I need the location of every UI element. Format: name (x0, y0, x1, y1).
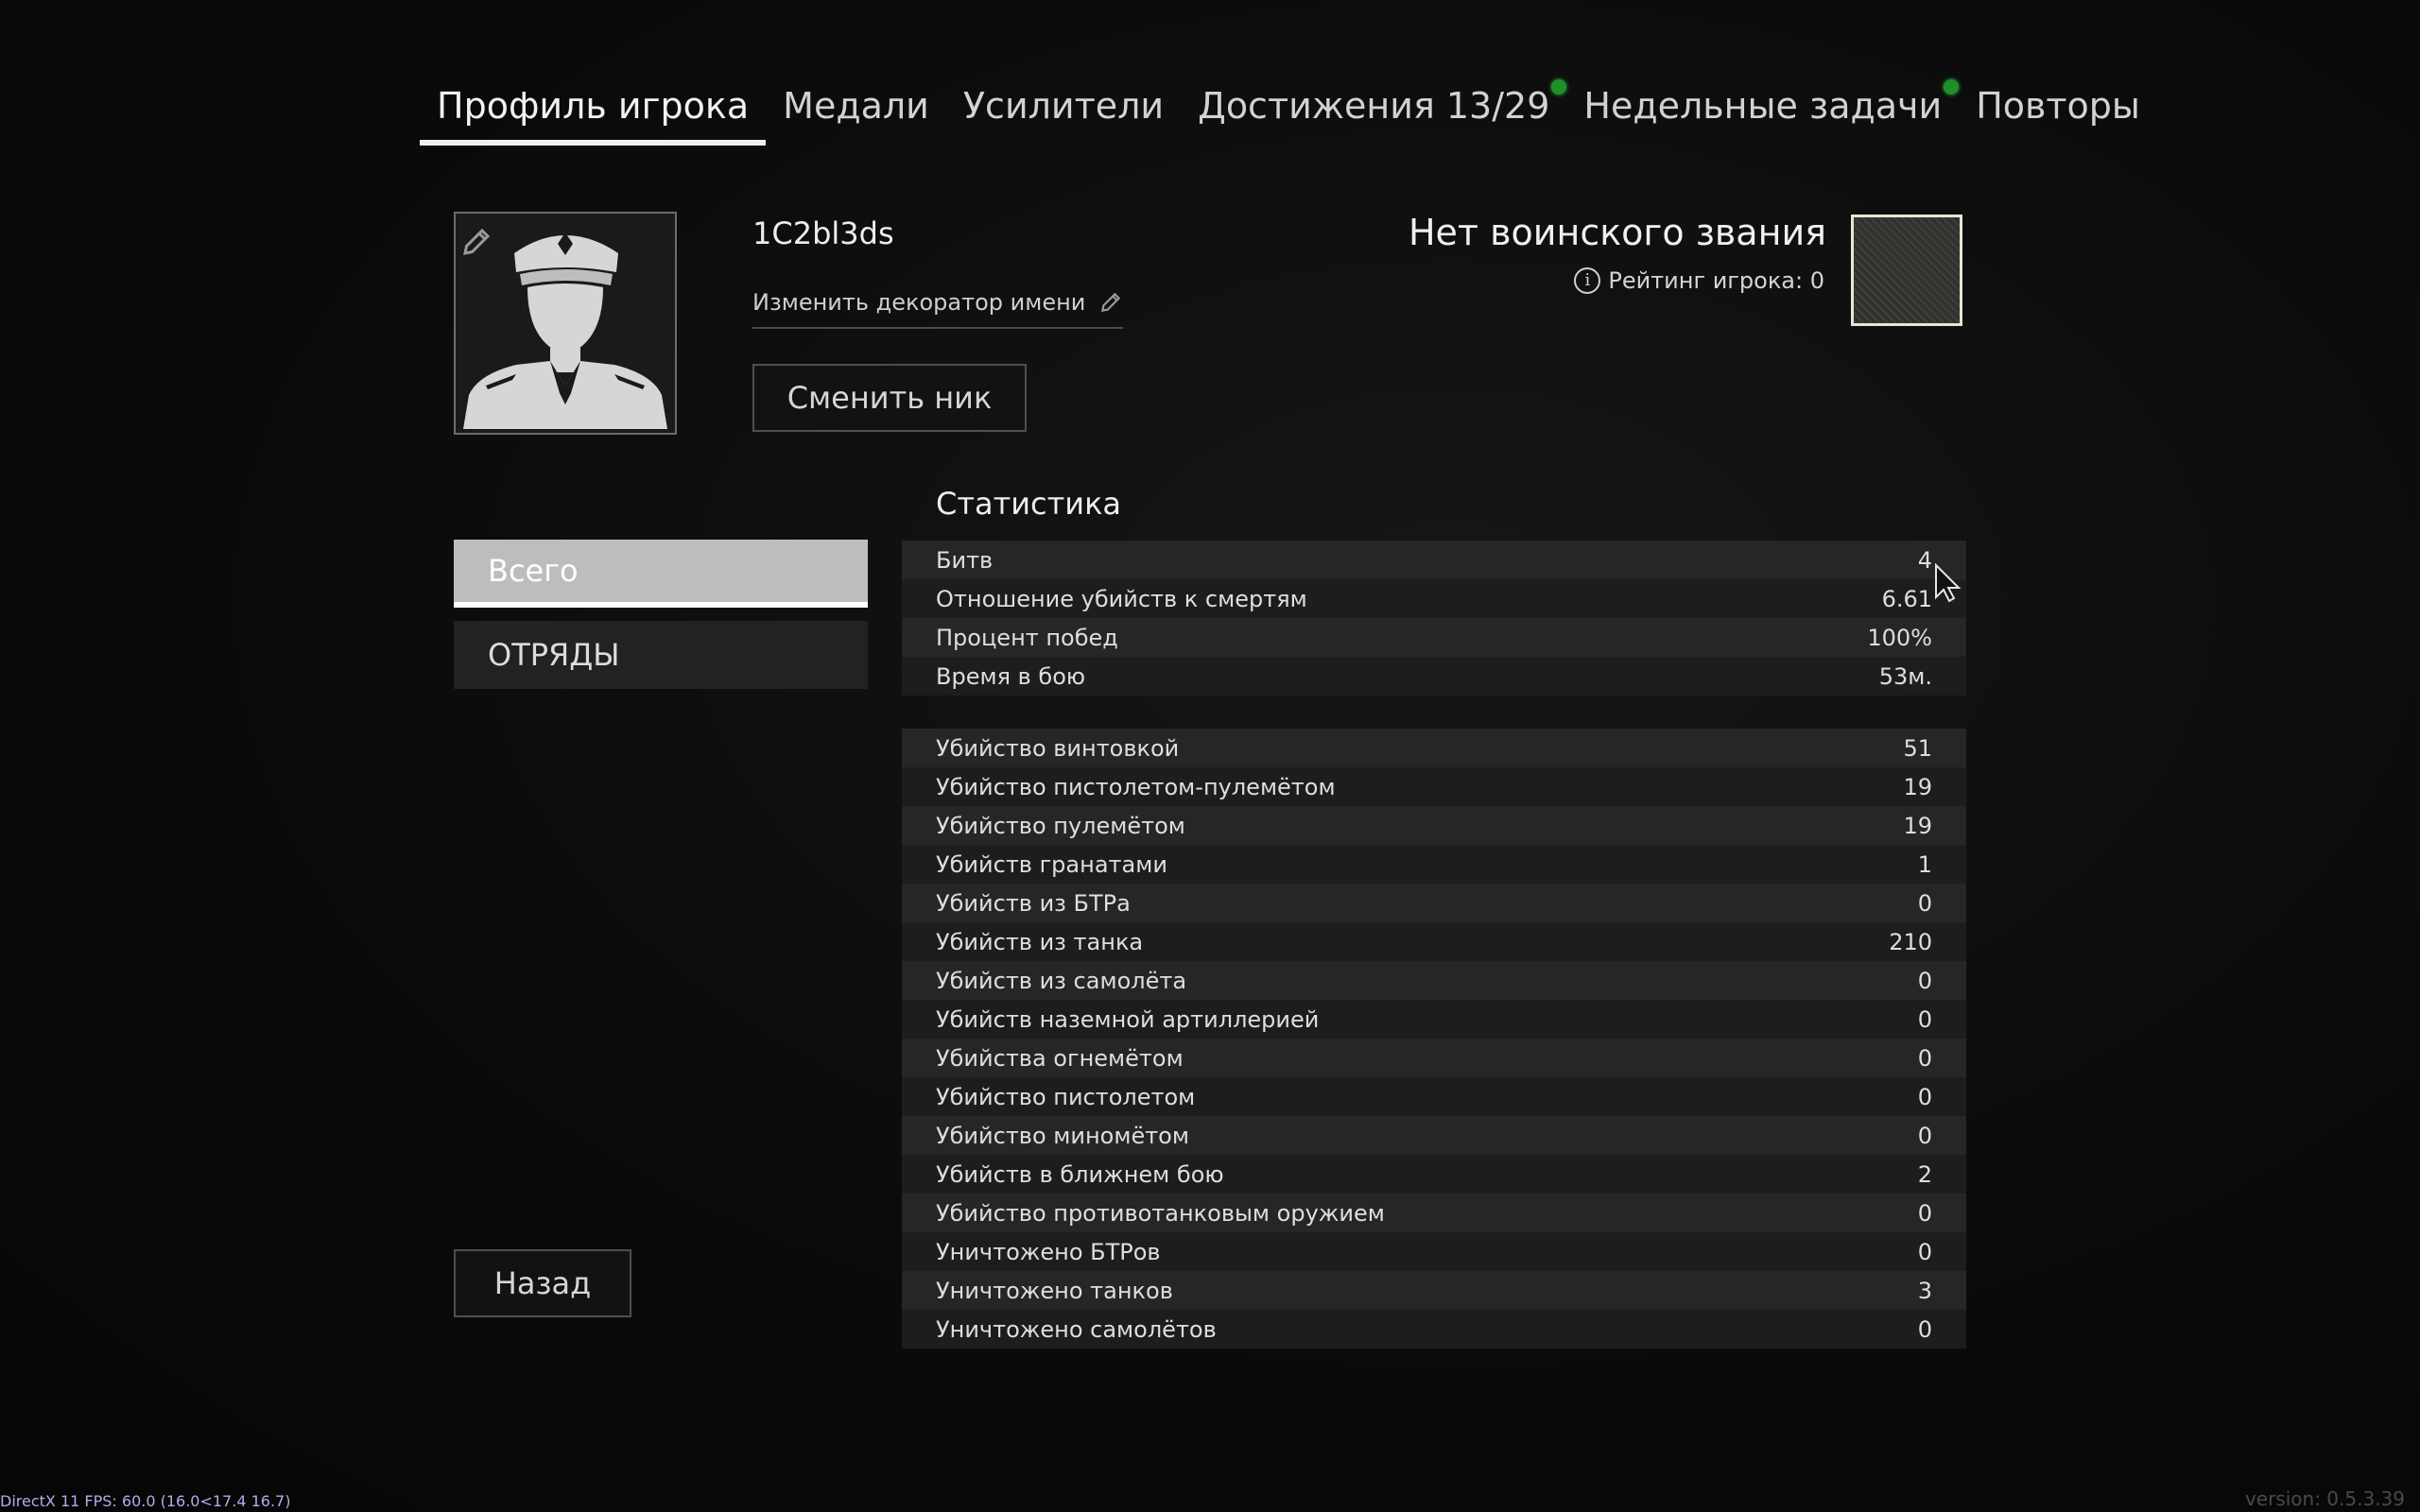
stat-value: 0 (1917, 1083, 1932, 1110)
stat-label: Убийство пистолетом-пулемётом (936, 773, 1336, 800)
stat-value: 0 (1917, 1005, 1932, 1033)
stat-label: Уничтожено БТРов (936, 1238, 1161, 1265)
stat-label: Убийство пистолетом (936, 1083, 1196, 1110)
tab-3[interactable]: Достижения 13/29 (1181, 66, 1567, 146)
tab-2[interactable]: Усилители (946, 66, 1181, 146)
stat-label: Уничтожено танков (936, 1277, 1173, 1304)
stat-value: 3 (1917, 1277, 1932, 1304)
fps-counter: DirectX 11 FPS: 60.0 (16.0<17.4 16.7) (0, 1492, 291, 1510)
tab-label: Усилители (962, 85, 1165, 127)
stat-value: 0 (1917, 1315, 1932, 1343)
tab-label: Достижения 13/29 (1198, 85, 1550, 127)
stat-label: Отношение убийств к смертям (936, 585, 1307, 612)
stat-value: 0 (1917, 1044, 1932, 1072)
stat-value: 6.61 (1881, 585, 1932, 612)
stat-label: Убийство пулемётом (936, 812, 1185, 839)
stat-value: 51 (1903, 734, 1932, 762)
tab-label: Повторы (1976, 85, 2140, 127)
stat-label: Убийств наземной артиллерией (936, 1005, 1320, 1033)
tab-label: Недельные задачи (1583, 85, 1943, 127)
stat-value: 19 (1903, 773, 1932, 800)
info-icon[interactable]: i (1574, 267, 1601, 294)
tab-label: Медали (783, 85, 929, 127)
stat-label: Убийство миномётом (936, 1122, 1189, 1149)
stat-label: Убийств гранатами (936, 850, 1167, 878)
stat-row: Убийство пулемётом 19 (902, 806, 1966, 845)
stat-row: Убийство миномётом 0 (902, 1116, 1966, 1155)
tab-5[interactable]: Повторы (1959, 66, 2157, 146)
stat-label: Убийств из танка (936, 928, 1144, 955)
stat-label: Уничтожено самолётов (936, 1315, 1217, 1343)
stat-label: Процент побед (936, 624, 1118, 651)
stat-value: 0 (1917, 1238, 1932, 1265)
stat-row: Время в бою 53м. (902, 657, 1966, 696)
stat-value: 0 (1917, 889, 1932, 917)
change-nick-button[interactable]: Сменить ник (752, 364, 1027, 432)
rank-title: Нет воинского звания (1408, 212, 1826, 253)
stat-value: 2 (1917, 1160, 1932, 1188)
rating-label: Рейтинг игрока: 0 (1608, 267, 1824, 294)
stat-row: Убийств гранатами 1 (902, 845, 1966, 884)
top-tabs: Профиль игрока Медали Усилители Достижения … (420, 66, 2157, 146)
stat-row: Убийство пистолетом-пулемётом 19 (902, 767, 1966, 806)
stat-label: Убийства огнемётом (936, 1044, 1184, 1072)
stat-label: Битв (936, 546, 994, 574)
stat-label: Убийств в ближнем бою (936, 1160, 1224, 1188)
stat-row: Убийство противотанковым оружием 0 (902, 1194, 1966, 1232)
avatar[interactable] (454, 212, 677, 435)
stat-label: Убийство противотанковым оружием (936, 1199, 1385, 1227)
stat-row: Убийств из БТРа 0 (902, 884, 1966, 922)
player-rating: i Рейтинг игрока: 0 (1574, 267, 1824, 294)
stat-value: 0 (1917, 967, 1932, 994)
stats-title: Статистика (936, 486, 1121, 522)
edit-pencil-icon[interactable] (459, 225, 493, 259)
stat-label: Время в бою (936, 662, 1086, 690)
tab-label: Профиль игрока (437, 85, 750, 127)
stat-value: 0 (1917, 1122, 1932, 1149)
stat-row: Убийство винтовкой 51 (902, 729, 1966, 767)
stat-row: Битв 4 (902, 541, 1966, 579)
tab-1[interactable]: Медали (766, 66, 946, 146)
stat-row: Убийств из танка 210 (902, 922, 1966, 961)
version-label: version: 0.5.3.39 (2244, 1487, 2405, 1510)
stat-row: Убийства огнемётом 0 (902, 1039, 1966, 1077)
notification-dot-icon (1551, 79, 1567, 94)
stat-value: 0 (1917, 1199, 1932, 1227)
stat-row: Уничтожено танков 3 (902, 1271, 1966, 1310)
back-button[interactable]: Назад (454, 1249, 631, 1317)
rank-badge (1851, 215, 1962, 326)
stat-label: Убийств из БТРа (936, 889, 1131, 917)
stat-row: Убийство пистолетом 0 (902, 1077, 1966, 1116)
player-nickname: 1C2bl3ds (752, 215, 894, 251)
edit-pencil-icon (1101, 292, 1121, 313)
stats-summary-table: Битв 4 Отношение убийств к смертям 6.61 Проц… (902, 541, 1966, 696)
notification-dot-icon (1944, 79, 1960, 94)
stats-details-table: Убийство винтовкой 51 Убийство пистолетом-… (902, 729, 1966, 1349)
side-tab-0[interactable]: Всего (454, 540, 868, 608)
tab-0[interactable]: Профиль игрока (420, 66, 767, 146)
stat-value: 100% (1867, 624, 1932, 651)
stat-value: 210 (1889, 928, 1932, 955)
stat-value: 53м. (1878, 662, 1932, 690)
stat-value: 19 (1903, 812, 1932, 839)
stat-row: Отношение убийств к смертям 6.61 (902, 579, 1966, 618)
stat-label: Убийств из самолёта (936, 967, 1187, 994)
stat-row: Убийств из самолёта 0 (902, 961, 1966, 1000)
stat-label: Убийство винтовкой (936, 734, 1180, 762)
stats-category-tabs: Всего ОТРЯДЫ (454, 540, 868, 702)
stat-row: Убийств в ближнем бою 2 (902, 1155, 1966, 1194)
mouse-cursor-icon (1935, 563, 1962, 603)
stat-value: 4 (1917, 546, 1932, 574)
stat-row: Уничтожено самолётов 0 (902, 1310, 1966, 1349)
change-name-decorator-link[interactable]: Изменить декоратор имени (752, 289, 1124, 329)
change-decorator-label: Изменить декоратор имени (752, 289, 1086, 316)
stat-value: 1 (1917, 850, 1932, 878)
stat-row: Убийств наземной артиллерией 0 (902, 1000, 1966, 1039)
stat-row: Процент побед 100% (902, 618, 1966, 657)
stat-row: Уничтожено БТРов 0 (902, 1232, 1966, 1271)
tab-4[interactable]: Недельные задачи (1566, 66, 1960, 146)
side-tab-1[interactable]: ОТРЯДЫ (454, 621, 868, 689)
